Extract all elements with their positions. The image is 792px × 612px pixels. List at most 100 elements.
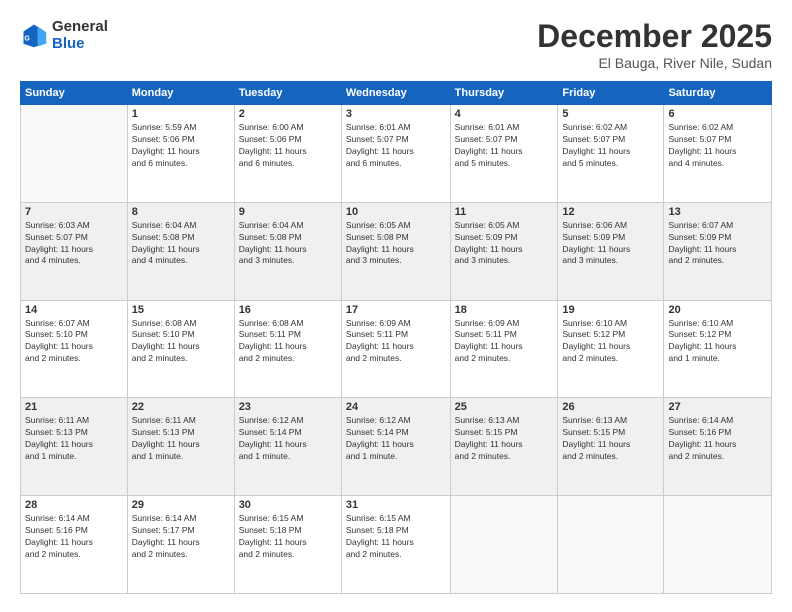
calendar-cell: 6Sunrise: 6:02 AMSunset: 5:07 PMDaylight… [664, 105, 772, 203]
day-info: Sunrise: 6:01 AMSunset: 5:07 PMDaylight:… [346, 122, 446, 170]
calendar-cell: 21Sunrise: 6:11 AMSunset: 5:13 PMDayligh… [21, 398, 128, 496]
day-number: 18 [455, 304, 554, 316]
calendar-cell: 10Sunrise: 6:05 AMSunset: 5:08 PMDayligh… [341, 202, 450, 300]
calendar-cell: 4 Sunrise: 6:01 AMSunset: 5:07 PMDaylight… [450, 105, 558, 203]
weekday-header: Thursday [450, 82, 558, 105]
calendar-cell: 31 Sunrise: 6:15 AMSunset: 5:18 PMDayligh… [341, 496, 450, 594]
day-info: Sunrise: 6:08 AMSunset: 5:10 PMDaylight:… [132, 318, 230, 366]
weekday-header: Monday [127, 82, 234, 105]
day-info: Sunrise: 6:14 AMSunset: 5:16 PMDaylight:… [25, 513, 123, 561]
weekday-header: Tuesday [234, 82, 341, 105]
day-info: Sunrise: 6:01 AMSunset: 5:07 PMDaylight:… [455, 122, 554, 170]
header: G General Blue December 2025 El Bauga, R… [20, 18, 772, 71]
calendar-cell: 1Sunrise: 5:59 AMSunset: 5:06 PMDaylight… [127, 105, 234, 203]
day-number: 28 [25, 499, 123, 511]
day-number: 30 [239, 499, 337, 511]
day-info: Sunrise: 6:14 AMSunset: 5:17 PMDaylight:… [132, 513, 230, 561]
calendar-cell: 19 Sunrise: 6:10 AMSunset: 5:12 PMDayligh… [558, 300, 664, 398]
day-number: 7 [25, 206, 123, 218]
calendar-cell: 5 Sunrise: 6:02 AMSunset: 5:07 PMDaylight… [558, 105, 664, 203]
calendar-cell [558, 496, 664, 594]
calendar-cell: 27Sunrise: 6:14 AMSunset: 5:16 PMDayligh… [664, 398, 772, 496]
day-number: 5 [562, 108, 659, 120]
day-info: Sunrise: 6:04 AMSunset: 5:08 PMDaylight:… [239, 220, 337, 268]
svg-text:G: G [24, 36, 30, 43]
calendar-cell: 18Sunrise: 6:09 AMSunset: 5:11 PMDayligh… [450, 300, 558, 398]
day-number: 23 [239, 401, 337, 413]
day-number: 16 [239, 304, 337, 316]
day-info: Sunrise: 6:15 AMSunset: 5:18 PMDaylight:… [346, 513, 446, 561]
calendar-table: SundayMondayTuesdayWednesdayThursdayFrid… [20, 81, 772, 594]
calendar-cell: 24Sunrise: 6:12 AMSunset: 5:14 PMDayligh… [341, 398, 450, 496]
calendar-cell: 22Sunrise: 6:11 AMSunset: 5:13 PMDayligh… [127, 398, 234, 496]
calendar-cell [664, 496, 772, 594]
day-number: 3 [346, 108, 446, 120]
weekday-header: Sunday [21, 82, 128, 105]
weekday-header: Saturday [664, 82, 772, 105]
day-info: Sunrise: 6:14 AMSunset: 5:16 PMDaylight:… [668, 415, 767, 463]
day-info: Sunrise: 6:05 AMSunset: 5:08 PMDaylight:… [346, 220, 446, 268]
day-number: 17 [346, 304, 446, 316]
day-info: Sunrise: 6:04 AMSunset: 5:08 PMDaylight:… [132, 220, 230, 268]
day-number: 11 [455, 206, 554, 218]
day-info: Sunrise: 6:00 AMSunset: 5:06 PMDaylight:… [239, 122, 337, 170]
weekday-header: Wednesday [341, 82, 450, 105]
day-number: 6 [668, 108, 767, 120]
title-block: December 2025 El Bauga, River Nile, Suda… [537, 18, 772, 71]
calendar-cell: 23 Sunrise: 6:12 AMSunset: 5:14 PMDayligh… [234, 398, 341, 496]
day-info: Sunrise: 6:02 AMSunset: 5:07 PMDaylight:… [562, 122, 659, 170]
day-number: 12 [562, 206, 659, 218]
day-info: Sunrise: 6:10 AMSunset: 5:12 PMDaylight:… [562, 318, 659, 366]
day-number: 22 [132, 401, 230, 413]
day-number: 25 [455, 401, 554, 413]
calendar-week-row: 14 Sunrise: 6:07 AMSunset: 5:10 PMDayligh… [21, 300, 772, 398]
calendar-cell: 14 Sunrise: 6:07 AMSunset: 5:10 PMDayligh… [21, 300, 128, 398]
calendar-cell: 30Sunrise: 6:15 AMSunset: 5:18 PMDayligh… [234, 496, 341, 594]
calendar-cell: 13 Sunrise: 6:07 AMSunset: 5:09 PMDayligh… [664, 202, 772, 300]
weekday-header: Friday [558, 82, 664, 105]
calendar-cell: 7 Sunrise: 6:03 AMSunset: 5:07 PMDaylight… [21, 202, 128, 300]
calendar-week-row: 7 Sunrise: 6:03 AMSunset: 5:07 PMDaylight… [21, 202, 772, 300]
day-number: 8 [132, 206, 230, 218]
calendar-cell: 12Sunrise: 6:06 AMSunset: 5:09 PMDayligh… [558, 202, 664, 300]
day-info: Sunrise: 6:11 AMSunset: 5:13 PMDaylight:… [25, 415, 123, 463]
calendar-cell: 8 Sunrise: 6:04 AMSunset: 5:08 PMDaylight… [127, 202, 234, 300]
calendar-cell: 16 Sunrise: 6:08 AMSunset: 5:11 PMDayligh… [234, 300, 341, 398]
calendar-cell: 11 Sunrise: 6:05 AMSunset: 5:09 PMDayligh… [450, 202, 558, 300]
calendar-page: G General Blue December 2025 El Bauga, R… [0, 0, 792, 612]
day-number: 4 [455, 108, 554, 120]
day-info: Sunrise: 6:03 AMSunset: 5:07 PMDaylight:… [25, 220, 123, 268]
day-info: Sunrise: 6:08 AMSunset: 5:11 PMDaylight:… [239, 318, 337, 366]
day-number: 29 [132, 499, 230, 511]
day-info: Sunrise: 6:07 AMSunset: 5:10 PMDaylight:… [25, 318, 123, 366]
month-title: December 2025 [537, 18, 772, 55]
calendar-cell: 9 Sunrise: 6:04 AMSunset: 5:08 PMDaylight… [234, 202, 341, 300]
day-number: 14 [25, 304, 123, 316]
calendar-cell [21, 105, 128, 203]
day-info: Sunrise: 6:13 AMSunset: 5:15 PMDaylight:… [455, 415, 554, 463]
day-info: Sunrise: 6:13 AMSunset: 5:15 PMDaylight:… [562, 415, 659, 463]
calendar-week-row: 28 Sunrise: 6:14 AMSunset: 5:16 PMDayligh… [21, 496, 772, 594]
day-info: Sunrise: 6:10 AMSunset: 5:12 PMDaylight:… [668, 318, 767, 366]
day-number: 19 [562, 304, 659, 316]
weekday-header-row: SundayMondayTuesdayWednesdayThursdayFrid… [21, 82, 772, 105]
day-number: 20 [668, 304, 767, 316]
day-number: 31 [346, 499, 446, 511]
day-number: 15 [132, 304, 230, 316]
calendar-week-row: 21Sunrise: 6:11 AMSunset: 5:13 PMDayligh… [21, 398, 772, 496]
calendar-cell: 17Sunrise: 6:09 AMSunset: 5:11 PMDayligh… [341, 300, 450, 398]
day-number: 2 [239, 108, 337, 120]
logo-text-blue: Blue [52, 35, 85, 52]
calendar-week-row: 1Sunrise: 5:59 AMSunset: 5:06 PMDaylight… [21, 105, 772, 203]
logo-icon: G [20, 21, 48, 49]
day-number: 13 [668, 206, 767, 218]
day-number: 26 [562, 401, 659, 413]
day-info: Sunrise: 6:12 AMSunset: 5:14 PMDaylight:… [239, 415, 337, 463]
day-info: Sunrise: 6:05 AMSunset: 5:09 PMDaylight:… [455, 220, 554, 268]
calendar-cell: 26 Sunrise: 6:13 AMSunset: 5:15 PMDayligh… [558, 398, 664, 496]
day-info: Sunrise: 6:07 AMSunset: 5:09 PMDaylight:… [668, 220, 767, 268]
calendar-cell: 3 Sunrise: 6:01 AMSunset: 5:07 PMDaylight… [341, 105, 450, 203]
calendar-cell: 15 Sunrise: 6:08 AMSunset: 5:10 PMDayligh… [127, 300, 234, 398]
calendar-cell: 25 Sunrise: 6:13 AMSunset: 5:15 PMDayligh… [450, 398, 558, 496]
day-number: 9 [239, 206, 337, 218]
